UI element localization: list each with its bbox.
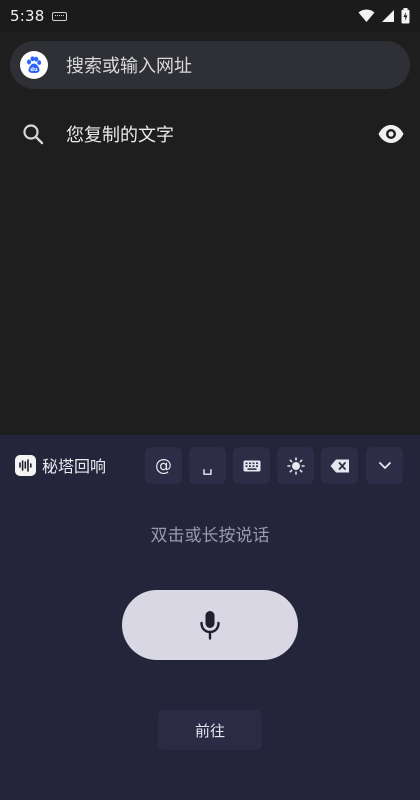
brightness-key[interactable] [277, 447, 314, 484]
suggestion-text: 您复制的文字 [66, 125, 174, 146]
signal-icon [382, 10, 394, 22]
microphone-icon [200, 611, 220, 640]
hide-keyboard-key[interactable] [366, 447, 403, 484]
voice-keyboard: 秘塔回响 @ ␣ 双击或长按说话 前往 [0, 435, 420, 800]
keyboard-toolbar: 秘塔回响 @ ␣ [0, 445, 420, 485]
search-icon [20, 121, 46, 147]
backspace-icon [330, 459, 349, 472]
keyboard-icon [243, 460, 260, 471]
search-input[interactable]: 搜索或输入网址 [66, 52, 192, 78]
status-time: 5:38 [10, 7, 45, 25]
clipboard-suggestion[interactable]: 您复制的文字 [0, 108, 420, 160]
wifi-icon [358, 9, 375, 22]
voice-hint-text: 双击或长按说话 [150, 526, 270, 546]
backspace-key[interactable] [321, 447, 358, 484]
svg-text:du: du [30, 67, 38, 73]
go-button[interactable]: 前往 [158, 710, 262, 750]
brightness-icon [286, 456, 305, 475]
chevron-down-icon [378, 462, 391, 469]
microphone-button[interactable] [122, 590, 298, 660]
keyboard-switch-key[interactable] [233, 447, 270, 484]
baidu-paw-icon[interactable]: du [20, 51, 48, 79]
eye-icon[interactable] [376, 119, 406, 149]
space-key[interactable]: ␣ [189, 447, 226, 484]
status-bar: 5:38 [0, 0, 420, 32]
battery-charging-icon [401, 8, 410, 24]
status-icons [358, 8, 410, 24]
keyboard-indicator-icon [52, 11, 68, 21]
at-key[interactable]: @ [145, 447, 182, 484]
address-search-bar[interactable]: du 搜索或输入网址 [10, 41, 410, 89]
